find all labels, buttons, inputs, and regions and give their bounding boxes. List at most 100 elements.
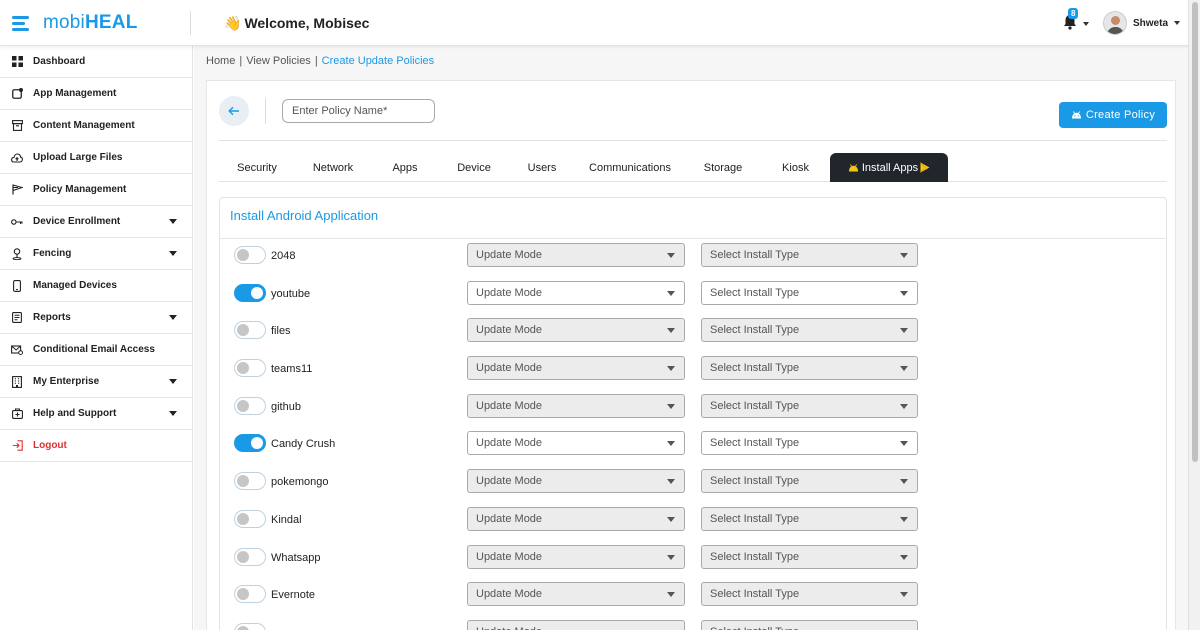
chevron-down-icon[interactable] bbox=[169, 315, 177, 320]
tab-install-apps[interactable]: Install Apps bbox=[830, 153, 948, 182]
android-icon bbox=[1071, 111, 1082, 119]
sidebar-item-managed-devices[interactable]: Managed Devices bbox=[0, 270, 192, 302]
update-mode-select[interactable]: Update Mode bbox=[467, 469, 685, 494]
install-type-select[interactable]: Select Install Type bbox=[701, 431, 918, 456]
logo[interactable]: mobiHEAL bbox=[12, 12, 138, 34]
sidebar-item-policy-management[interactable]: Policy Management bbox=[0, 174, 192, 206]
notification-bell[interactable]: 8 bbox=[1063, 8, 1089, 32]
sidebar-item-label: Logout bbox=[33, 440, 67, 451]
page-scrollbar[interactable] bbox=[1188, 0, 1200, 630]
tab-security[interactable]: Security bbox=[219, 153, 295, 182]
tab-storage[interactable]: Storage bbox=[685, 153, 761, 182]
toggle-knob bbox=[237, 625, 249, 630]
update-mode-select[interactable]: Update Mode bbox=[467, 393, 685, 418]
app-toggle[interactable] bbox=[234, 434, 266, 453]
user-menu[interactable]: Shweta bbox=[1103, 11, 1181, 35]
sidebar-item-my-enterprise[interactable]: My Enterprise bbox=[0, 366, 192, 398]
tab-apps[interactable]: Apps bbox=[371, 153, 439, 182]
user-name: Shweta bbox=[1133, 17, 1169, 29]
sidebar-item-dashboard[interactable]: Dashboard bbox=[0, 46, 192, 78]
chevron-down-icon bbox=[900, 328, 908, 334]
building-icon bbox=[11, 375, 23, 388]
select-value: Select Install Type bbox=[710, 588, 800, 601]
sidebar-item-upload-large-files[interactable]: Upload Large Files bbox=[0, 142, 192, 174]
app-row: Kindal Update Mode Select Install Type bbox=[220, 506, 1166, 545]
sidebar-item-app-management[interactable]: App Management bbox=[0, 78, 192, 110]
update-mode-select[interactable]: Update Mode bbox=[467, 318, 685, 343]
install-type-select[interactable]: Select Install Type bbox=[701, 544, 918, 569]
sidebar-item-label: Dashboard bbox=[33, 56, 86, 67]
welcome-text: 👋 Welcome, Mobisec bbox=[224, 15, 370, 31]
tab-kiosk[interactable]: Kiosk bbox=[761, 153, 830, 182]
toggle-knob bbox=[237, 588, 249, 601]
policy-tabs: Security Network Apps Device Users Commu… bbox=[219, 153, 1167, 182]
tab-communications[interactable]: Communications bbox=[575, 153, 685, 182]
tab-network[interactable]: Network bbox=[295, 153, 371, 182]
chevron-down-icon[interactable] bbox=[169, 411, 177, 416]
menu-icon[interactable] bbox=[12, 16, 29, 31]
app-toggle[interactable] bbox=[234, 321, 266, 340]
app-toggle[interactable] bbox=[234, 396, 266, 415]
sidebar-item-logout[interactable]: Logout bbox=[0, 430, 192, 462]
policy-name-input[interactable] bbox=[282, 99, 435, 123]
scrollbar-thumb[interactable] bbox=[1192, 2, 1198, 462]
app-toggle[interactable] bbox=[234, 246, 266, 264]
sidebar-item-reports[interactable]: Reports bbox=[0, 302, 192, 334]
update-mode-select[interactable]: Update Mode bbox=[467, 243, 685, 267]
install-type-select[interactable]: Select Install Type bbox=[701, 619, 918, 630]
help-icon bbox=[11, 408, 23, 420]
sidebar-item-device-enrollment[interactable]: Device Enrollment bbox=[0, 206, 192, 238]
chevron-down-icon[interactable] bbox=[169, 379, 177, 384]
update-mode-select[interactable]: Update Mode bbox=[467, 506, 685, 531]
dashboard-icon bbox=[11, 56, 23, 68]
sidebar-item-fencing[interactable]: Fencing bbox=[0, 238, 192, 270]
app-toggle[interactable] bbox=[234, 622, 266, 630]
install-type-select[interactable]: Select Install Type bbox=[701, 356, 918, 381]
install-type-select[interactable]: Select Install Type bbox=[701, 318, 918, 343]
policy-card: Create Policy Security Network Apps Devi… bbox=[206, 80, 1176, 630]
install-type-select[interactable]: Select Install Type bbox=[701, 469, 918, 494]
select-value: Update Mode bbox=[476, 362, 543, 375]
sidebar-item-label: Reports bbox=[33, 312, 71, 323]
sidebar-item-conditional-email-access[interactable]: Conditional Email Access bbox=[0, 334, 192, 366]
update-mode-select[interactable]: Update Mode bbox=[467, 619, 685, 630]
create-policy-button[interactable]: Create Policy bbox=[1059, 102, 1167, 128]
app-name: Kindal bbox=[271, 513, 302, 526]
install-type-select[interactable]: Select Install Type bbox=[701, 393, 918, 418]
chevron-down-icon bbox=[900, 441, 908, 447]
update-mode-select[interactable]: Update Mode bbox=[467, 431, 685, 456]
tab-users[interactable]: Users bbox=[509, 153, 575, 182]
tab-device[interactable]: Device bbox=[439, 153, 509, 182]
toggle-knob bbox=[237, 362, 249, 375]
select-value: Update Mode bbox=[476, 286, 543, 299]
update-mode-select[interactable]: Update Mode bbox=[467, 544, 685, 569]
install-type-select[interactable]: Select Install Type bbox=[701, 582, 918, 607]
breadcrumb-view-policies[interactable]: View Policies bbox=[246, 55, 311, 67]
app-toggle[interactable] bbox=[234, 359, 266, 378]
chevron-down-icon[interactable] bbox=[169, 251, 177, 256]
update-mode-select[interactable]: Update Mode bbox=[467, 582, 685, 607]
install-type-select[interactable]: Select Install Type bbox=[701, 243, 918, 267]
app-row: youtube Update Mode Select Install Type bbox=[220, 280, 1166, 319]
install-type-select[interactable]: Select Install Type bbox=[701, 280, 918, 305]
back-button[interactable] bbox=[219, 96, 249, 126]
app-toggle[interactable] bbox=[234, 585, 266, 604]
sidebar-item-label: My Enterprise bbox=[33, 376, 100, 387]
app-toggle[interactable] bbox=[234, 509, 266, 528]
app-name: teams11 bbox=[271, 363, 313, 376]
sidebar: Dashboard App Management Content Managem… bbox=[0, 46, 193, 630]
sidebar-item-help-and-support[interactable]: Help and Support bbox=[0, 398, 192, 430]
report-icon bbox=[11, 312, 23, 324]
update-mode-select[interactable]: Update Mode bbox=[467, 356, 685, 381]
chevron-down-icon[interactable] bbox=[169, 219, 177, 224]
install-type-select[interactable]: Select Install Type bbox=[701, 506, 918, 531]
app-name: Evernote bbox=[271, 589, 316, 602]
breadcrumb-home[interactable]: Home bbox=[206, 55, 235, 67]
app-toggle[interactable] bbox=[234, 472, 266, 491]
mobile-icon bbox=[11, 279, 23, 292]
app-toggle[interactable] bbox=[234, 283, 266, 302]
update-mode-select[interactable]: Update Mode bbox=[467, 280, 685, 305]
toggle-knob bbox=[237, 512, 249, 525]
sidebar-item-content-management[interactable]: Content Management bbox=[0, 110, 192, 142]
app-toggle[interactable] bbox=[234, 547, 266, 566]
